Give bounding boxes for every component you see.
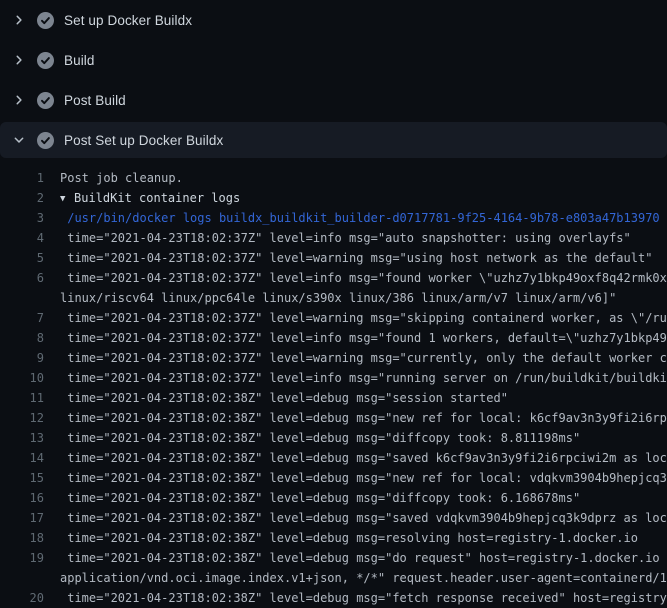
- log-line-number[interactable]: 16: [0, 488, 44, 508]
- log-row: 18 time="2021-04-23T18:02:38Z" level=deb…: [0, 528, 667, 548]
- log-row: 13 time="2021-04-23T18:02:38Z" level=deb…: [0, 428, 667, 448]
- step-label: Set up Docker Buildx: [64, 13, 192, 28]
- log-row: 5 time="2021-04-23T18:02:37Z" level=warn…: [0, 248, 667, 268]
- step-post-build[interactable]: Post Build: [0, 80, 667, 120]
- log-row: application/vnd.oci.image.index.v1+json,…: [0, 568, 667, 588]
- log-row: 3 /usr/bin/docker logs buildx_buildkit_b…: [0, 208, 667, 228]
- log-line-number[interactable]: 8: [0, 328, 44, 348]
- log-line-number[interactable]: [0, 568, 44, 588]
- log-line-text: time="2021-04-23T18:02:38Z" level=debug …: [60, 488, 580, 508]
- log-line-number[interactable]: 9: [0, 348, 44, 368]
- log-row: linux/riscv64 linux/ppc64le linux/s390x …: [0, 288, 667, 308]
- log-line-text: time="2021-04-23T18:02:37Z" level=info m…: [60, 228, 631, 248]
- check-circle-icon: [37, 92, 54, 109]
- log-line-text: time="2021-04-23T18:02:38Z" level=debug …: [60, 388, 508, 408]
- log-line-text: time="2021-04-23T18:02:37Z" level=info m…: [60, 368, 667, 388]
- log-line-text: time="2021-04-23T18:02:37Z" level=warnin…: [60, 348, 667, 368]
- log-line-text: application/vnd.oci.image.index.v1+json,…: [60, 568, 667, 588]
- log-line-text: linux/riscv64 linux/ppc64le linux/s390x …: [60, 288, 616, 308]
- log-line-text: time="2021-04-23T18:02:38Z" level=debug …: [60, 548, 667, 568]
- chevron-right-icon: [11, 92, 27, 108]
- log-line-text: time="2021-04-23T18:02:37Z" level=warnin…: [60, 248, 652, 268]
- log-line-number[interactable]: 17: [0, 508, 44, 528]
- log-line-number[interactable]: [0, 288, 44, 308]
- log-row: 17 time="2021-04-23T18:02:38Z" level=deb…: [0, 508, 667, 528]
- steps-list: Set up Docker Buildx Build Post Build Po…: [0, 0, 667, 158]
- log-line-text: time="2021-04-23T18:02:37Z" level=info m…: [60, 268, 667, 288]
- log-line-number[interactable]: 10: [0, 368, 44, 388]
- log-line-text: time="2021-04-23T18:02:38Z" level=debug …: [60, 448, 667, 468]
- log-line-text: time="2021-04-23T18:02:38Z" level=debug …: [60, 408, 667, 428]
- log-row: 16 time="2021-04-23T18:02:38Z" level=deb…: [0, 488, 667, 508]
- log-row: 4 time="2021-04-23T18:02:37Z" level=info…: [0, 228, 667, 248]
- log-line-number[interactable]: 12: [0, 408, 44, 428]
- check-circle-icon: [37, 52, 54, 69]
- log-line-number[interactable]: 3: [0, 208, 44, 228]
- log-row: 14 time="2021-04-23T18:02:38Z" level=deb…: [0, 448, 667, 468]
- log-row: 15 time="2021-04-23T18:02:38Z" level=deb…: [0, 468, 667, 488]
- step-build[interactable]: Build: [0, 40, 667, 80]
- log-row: 1 Post job cleanup.: [0, 168, 667, 188]
- log-line-number[interactable]: 18: [0, 528, 44, 548]
- collapse-triangle-icon[interactable]: ▼: [60, 189, 74, 209]
- log-line-text: /usr/bin/docker logs buildx_buildkit_bui…: [60, 208, 660, 228]
- chevron-down-icon: [11, 132, 27, 148]
- log-line-number[interactable]: 11: [0, 388, 44, 408]
- log-row: 12 time="2021-04-23T18:02:38Z" level=deb…: [0, 408, 667, 428]
- log-line-number[interactable]: 15: [0, 468, 44, 488]
- step-label: Post Build: [64, 93, 126, 108]
- log-row: 11 time="2021-04-23T18:02:38Z" level=deb…: [0, 388, 667, 408]
- log-line-text: time="2021-04-23T18:02:38Z" level=debug …: [60, 468, 667, 488]
- log-line-number[interactable]: 4: [0, 228, 44, 248]
- log-line-text[interactable]: ▼BuildKit container logs: [60, 188, 240, 208]
- step-label: Post Set up Docker Buildx: [64, 133, 223, 148]
- log-line-number[interactable]: 1: [0, 168, 44, 188]
- log-line-text: Post job cleanup.: [60, 168, 183, 188]
- log-row: 10 time="2021-04-23T18:02:37Z" level=inf…: [0, 368, 667, 388]
- check-circle-icon: [37, 12, 54, 29]
- check-circle-icon: [37, 132, 54, 149]
- log-line-number[interactable]: 20: [0, 588, 44, 608]
- chevron-right-icon: [11, 12, 27, 28]
- log-row: 8 time="2021-04-23T18:02:37Z" level=info…: [0, 328, 667, 348]
- log-row: 2 ▼BuildKit container logs: [0, 188, 667, 208]
- log-line-number[interactable]: 7: [0, 308, 44, 328]
- log-line-text: time="2021-04-23T18:02:37Z" level=warnin…: [60, 308, 667, 328]
- log-row: 6 time="2021-04-23T18:02:37Z" level=info…: [0, 268, 667, 288]
- step-label: Build: [64, 53, 95, 68]
- log-line-number[interactable]: 2: [0, 188, 44, 208]
- step-set-up-docker-buildx[interactable]: Set up Docker Buildx: [0, 0, 667, 40]
- log-line-number[interactable]: 5: [0, 248, 44, 268]
- chevron-right-icon: [11, 52, 27, 68]
- log-row: 9 time="2021-04-23T18:02:37Z" level=warn…: [0, 348, 667, 368]
- log-row: 19 time="2021-04-23T18:02:38Z" level=deb…: [0, 548, 667, 568]
- log-line-text: time="2021-04-23T18:02:38Z" level=debug …: [60, 508, 667, 528]
- log-line-text: time="2021-04-23T18:02:38Z" level=debug …: [60, 428, 580, 448]
- step-post-set-up-docker-buildx[interactable]: Post Set up Docker Buildx: [0, 122, 667, 158]
- log-line-text: time="2021-04-23T18:02:38Z" level=debug …: [60, 528, 638, 548]
- log-line-number[interactable]: 13: [0, 428, 44, 448]
- log-line-number[interactable]: 6: [0, 268, 44, 288]
- log-row: 20 time="2021-04-23T18:02:38Z" level=deb…: [0, 588, 667, 608]
- log-line-number[interactable]: 19: [0, 548, 44, 568]
- log-row: 7 time="2021-04-23T18:02:37Z" level=warn…: [0, 308, 667, 328]
- log-line-number[interactable]: 14: [0, 448, 44, 468]
- log-line-text: time="2021-04-23T18:02:38Z" level=debug …: [60, 588, 667, 608]
- log-line-text: time="2021-04-23T18:02:37Z" level=info m…: [60, 328, 667, 348]
- log-output: 1 Post job cleanup. 2 ▼BuildKit containe…: [0, 168, 667, 608]
